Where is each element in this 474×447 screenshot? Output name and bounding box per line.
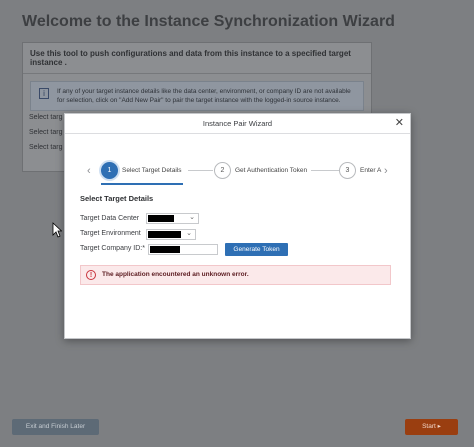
- stepper-next-icon[interactable]: ›: [384, 165, 388, 177]
- redacted-value: [148, 215, 174, 222]
- step-connector: [188, 170, 213, 171]
- step-enter-a[interactable]: 3 Enter A: [339, 160, 381, 180]
- active-step-indicator: [101, 183, 183, 185]
- page-title: Welcome to the Instance Synchronization …: [22, 13, 395, 30]
- target-environment-label: Target Environment: [80, 230, 141, 237]
- error-icon: !: [86, 270, 96, 280]
- step-connector: [311, 170, 339, 171]
- section-title: Select Target Details: [80, 194, 154, 203]
- step-select-target-details[interactable]: 1 Select Target Details: [101, 160, 182, 180]
- step-number: 3: [339, 161, 356, 179]
- target-environment-select[interactable]: ⌄: [146, 229, 196, 240]
- mouse-cursor-icon: [52, 222, 62, 238]
- intro-text: Use this tool to push configurations and…: [23, 43, 371, 74]
- redacted-value: [148, 231, 181, 238]
- error-text: The application encountered an unknown e…: [102, 271, 249, 278]
- step-get-authentication-token[interactable]: 2 Get Authentication Token: [214, 160, 307, 180]
- target-company-id-input[interactable]: [148, 244, 218, 255]
- stepper-prev-icon[interactable]: ‹: [87, 165, 91, 177]
- wizard-stepper: ‹ 1 Select Target Details 2 Get Authenti…: [65, 158, 410, 188]
- start-button[interactable]: Start ▸: [405, 419, 458, 435]
- chevron-down-icon: ⌄: [186, 230, 192, 237]
- instance-pair-wizard-dialog: Instance Pair Wizard ✕ ‹ 1 Select Target…: [64, 113, 411, 339]
- redacted-value: [150, 246, 180, 253]
- step-number: 2: [214, 161, 231, 179]
- info-message: i If any of your target instance details…: [30, 81, 364, 111]
- target-company-id-label: Target Company ID:*: [80, 245, 145, 252]
- target-data-center-select[interactable]: ⌄: [146, 213, 199, 224]
- bg-select-label-2: Select targ: [29, 129, 63, 136]
- generate-token-button[interactable]: Generate Token: [225, 243, 288, 256]
- close-icon[interactable]: ✕: [395, 117, 404, 129]
- dialog-title: Instance Pair Wizard: [202, 119, 273, 128]
- bg-select-label-1: Select targ: [29, 114, 63, 121]
- step-label: Enter A: [360, 166, 382, 174]
- chevron-down-icon: ⌄: [189, 214, 195, 221]
- info-text: If any of your target instance details l…: [57, 88, 351, 104]
- exit-and-finish-later-button[interactable]: Exit and Finish Later: [12, 419, 99, 435]
- info-icon: i: [39, 88, 49, 99]
- error-message: ! The application encountered an unknown…: [80, 265, 391, 285]
- bg-select-label-3: Select targ: [29, 144, 63, 151]
- step-label: Select Target Details: [122, 166, 182, 174]
- dialog-header: Instance Pair Wizard ✕: [65, 114, 410, 134]
- step-label: Get Authentication Token: [235, 166, 308, 174]
- step-number: 1: [101, 161, 118, 179]
- target-data-center-label: Target Data Center: [80, 215, 140, 222]
